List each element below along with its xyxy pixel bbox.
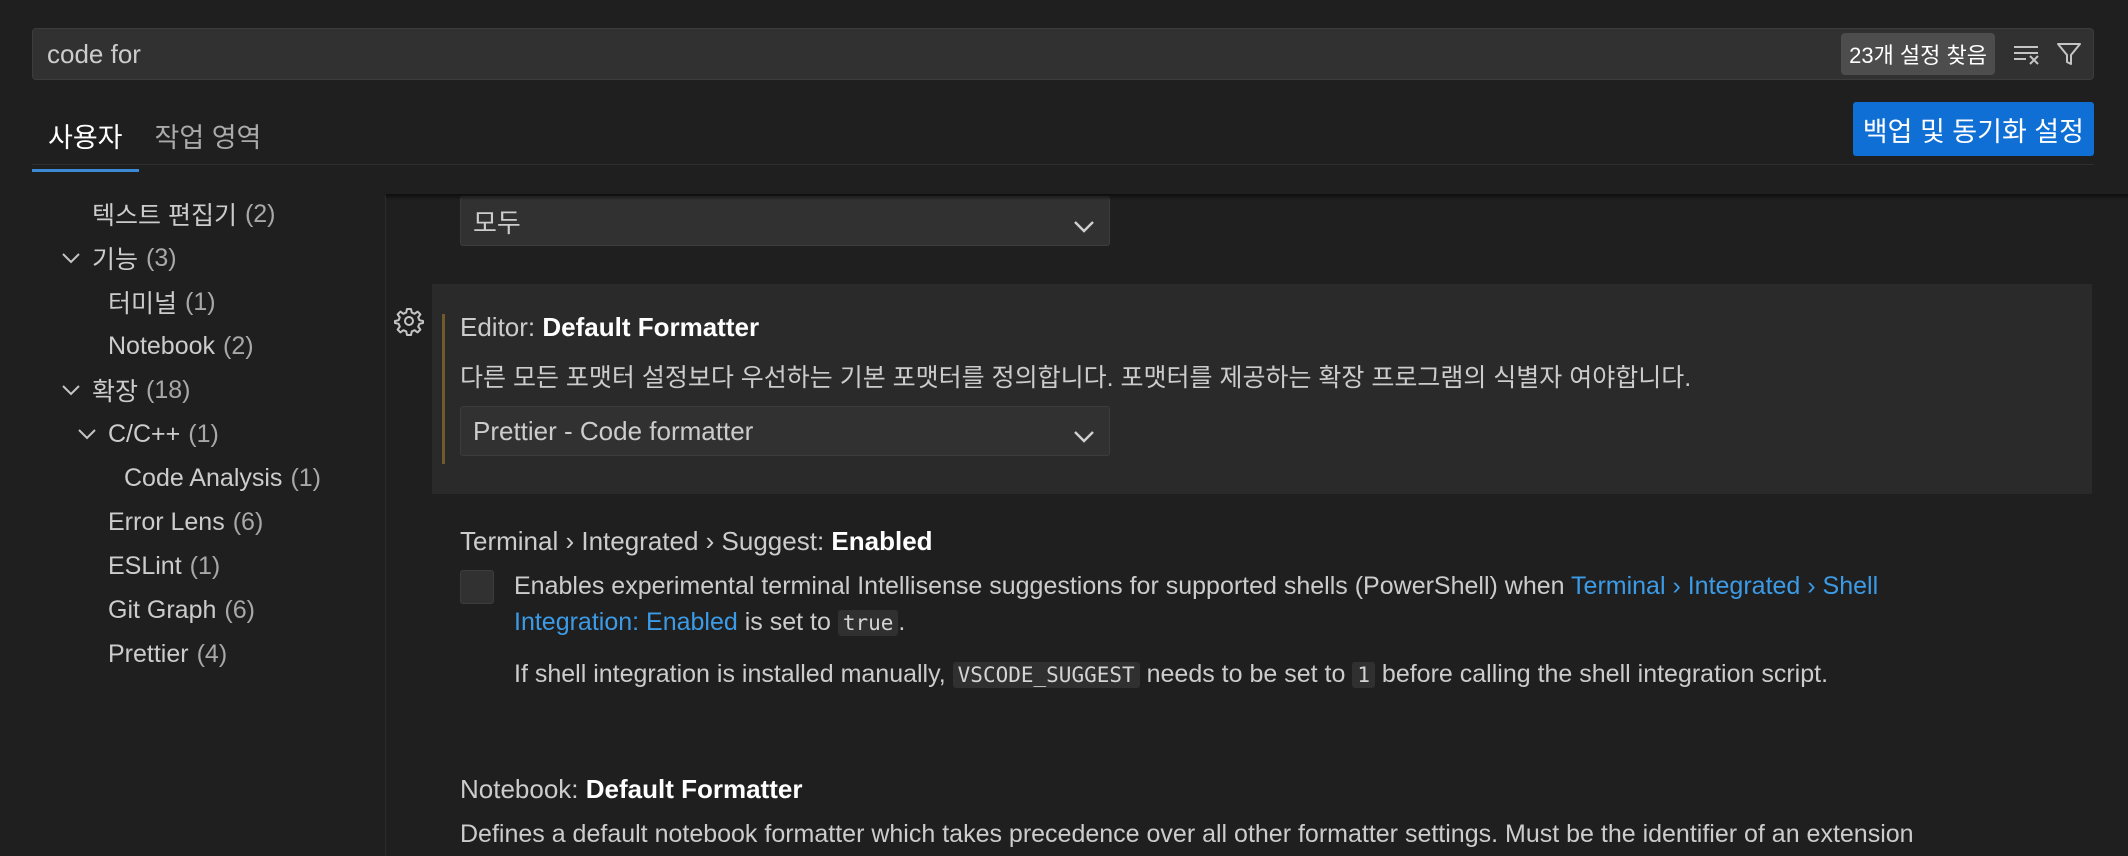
- clear-filter-icon[interactable]: [2009, 36, 2045, 72]
- setting-name: Default Formatter: [585, 774, 803, 804]
- tab-user[interactable]: 사용자: [32, 108, 139, 172]
- setting-description: Defines a default notebook formatter whi…: [460, 820, 1914, 848]
- toc-item-count: (6): [224, 595, 255, 624]
- dropdown-value: Prettier - Code formatter: [473, 415, 754, 446]
- desc-text: If shell integration is installed manual…: [514, 660, 953, 688]
- result-count-badge: 23개 설정 찾음: [1841, 33, 1995, 75]
- desc-text: Enables experimental terminal Intellisen…: [514, 572, 1572, 600]
- toc-item-label: 기능: [92, 246, 139, 274]
- toc-item-label: C/C++: [108, 419, 181, 448]
- toc-item-label: Git Graph: [108, 595, 217, 624]
- toc-item-count: (4): [196, 639, 228, 668]
- toc-item-text-editor[interactable]: 텍스트 편집기 (2): [92, 196, 276, 232]
- toc-item-eslint[interactable]: ESLint (1): [108, 548, 220, 584]
- setting-category: Editor:: [460, 312, 543, 342]
- toc-item-label: Prettier: [108, 639, 189, 668]
- scroll-shadow: [386, 194, 2128, 200]
- toc-item-label: 터미널: [108, 290, 178, 318]
- desc-text: is set to: [737, 608, 838, 636]
- chevron-down-icon: [60, 379, 82, 401]
- settings-scope-tabs: 사용자 작업 영역: [32, 108, 277, 172]
- chevron-down-icon: [1073, 420, 1095, 451]
- default-formatter-dropdown[interactable]: Prettier - Code formatter: [460, 406, 1110, 456]
- toc-item-features[interactable]: 기능 (3): [60, 240, 177, 276]
- setting-category: Terminal › Integrated › Suggest:: [460, 526, 832, 556]
- setting-description: Enables experimental terminal Intellisen…: [514, 572, 1878, 601]
- settings-search-bar[interactable]: 23개 설정 찾음: [32, 28, 2094, 80]
- settings-search-input[interactable]: [47, 38, 1842, 70]
- settings-list: 모두 Editor: Default Formatter 다른 모든 포맷터 설…: [386, 196, 2128, 856]
- toc-item-count: (6): [232, 507, 264, 536]
- chevron-down-icon: [1073, 210, 1095, 241]
- desc-text: before calling the shell integration scr…: [1374, 660, 1829, 688]
- tab-workspace[interactable]: 작업 영역: [139, 108, 278, 172]
- desc-text: .: [898, 608, 906, 636]
- shell-integration-link[interactable]: Integration: Enabled: [514, 608, 738, 636]
- toc-item-count: (2): [223, 331, 254, 360]
- toc-item-label: Notebook: [108, 331, 216, 360]
- chevron-down-icon: [60, 247, 82, 269]
- desc-text: needs to be set to: [1139, 660, 1353, 688]
- setting-name: Enabled: [831, 526, 933, 556]
- terminal-suggest-checkbox[interactable]: [460, 570, 494, 604]
- inline-code: true: [837, 610, 899, 636]
- shell-integration-link[interactable]: Terminal › Integrated › Shell: [1571, 572, 1878, 600]
- toc-item-count: (1): [185, 287, 216, 316]
- inline-code: VSCODE_SUGGEST: [952, 662, 1140, 688]
- toc-item-notebook[interactable]: Notebook (2): [108, 328, 254, 364]
- inline-code: 1: [1352, 662, 1375, 688]
- backup-sync-button[interactable]: 백업 및 동기화 설정: [1852, 102, 2094, 156]
- setting-note: If shell integration is installed manual…: [514, 660, 1828, 689]
- toc-item-label: 텍스트 편집기: [92, 202, 237, 230]
- toc-item-count: (1): [188, 419, 219, 448]
- toc-item-terminal[interactable]: 터미널 (1): [108, 284, 216, 320]
- tabs-divider: [32, 164, 2094, 165]
- modified-indicator: [442, 314, 445, 464]
- toc-item-label: ESLint: [108, 551, 182, 580]
- setting-category: Notebook:: [460, 774, 586, 804]
- toc-item-cpp[interactable]: C/C++ (1): [76, 416, 219, 452]
- toc-item-count: (2): [244, 199, 276, 228]
- top-setting-dropdown[interactable]: 모두: [460, 196, 1110, 246]
- setting-title: Notebook: Default Formatter: [460, 774, 802, 805]
- setting-description: 다른 모든 포맷터 설정보다 우선하는 기본 포맷터를 정의합니다. 포맷터를 …: [460, 364, 1692, 392]
- toc-item-extensions[interactable]: 확장 (18): [60, 372, 190, 408]
- toc-item-prettier[interactable]: Prettier (4): [108, 636, 227, 672]
- setting-title: Editor: Default Formatter: [460, 312, 759, 343]
- toc-item-code-analysis[interactable]: Code Analysis (1): [124, 460, 321, 496]
- toc-item-label: Code Analysis: [124, 463, 283, 492]
- toc-item-count: (18): [146, 375, 191, 404]
- toc-item-label: Error Lens: [108, 507, 225, 536]
- toc-item-count: (3): [146, 243, 177, 272]
- setting-description-line2: Integration: Enabled is set to true.: [514, 608, 905, 637]
- toc-item-label: 확장: [92, 378, 139, 406]
- setting-title: Terminal › Integrated › Suggest: Enabled: [460, 526, 933, 557]
- toc-item-error-lens[interactable]: Error Lens (6): [108, 504, 263, 540]
- filter-icon[interactable]: [2051, 36, 2087, 72]
- toc-item-count: (1): [290, 463, 321, 492]
- toc-item-git-graph[interactable]: Git Graph (6): [108, 592, 255, 628]
- chevron-down-icon: [76, 423, 98, 445]
- gear-icon[interactable]: [394, 306, 424, 341]
- toc-item-count: (1): [189, 551, 221, 580]
- setting-name: Default Formatter: [542, 312, 760, 342]
- dropdown-value: 모두: [473, 207, 521, 238]
